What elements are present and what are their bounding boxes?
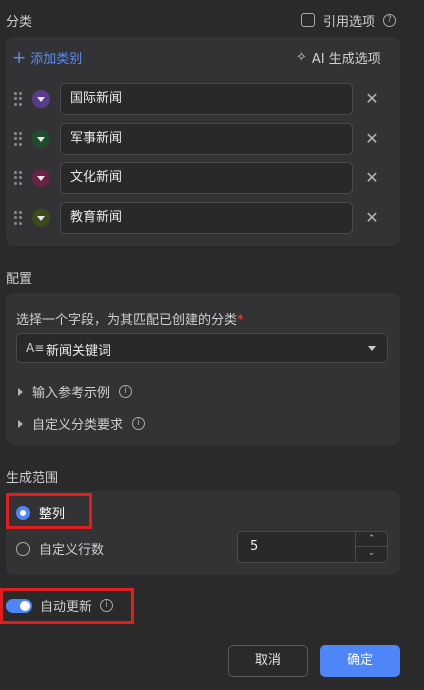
rows-stepper[interactable]: 5 ⌃ ⌄ <box>237 531 388 563</box>
text-field-type-icon: A≡ <box>26 341 45 355</box>
category-row: 国际新闻 ✕ <box>14 83 384 115</box>
stepper-down-icon[interactable]: ⌄ <box>356 547 387 562</box>
field-select[interactable]: A≡ 新闻关键词 <box>16 333 388 363</box>
auto-update-toggle[interactable]: 自动更新 i <box>6 596 114 615</box>
field-prompt: 选择一个字段，为其匹配已创建的分类* <box>16 309 244 328</box>
required-mark: * <box>237 313 244 328</box>
sparkle-icon: ✧ <box>296 49 307 65</box>
category-input[interactable]: 国际新闻 <box>60 83 353 115</box>
range-title: 生成范围 <box>6 471 59 486</box>
custom-requirements-label: 自定义分类要求 <box>32 418 124 433</box>
close-icon[interactable]: ✕ <box>362 89 382 109</box>
chevron-down-icon <box>368 346 376 351</box>
ai-generate-options-label: AI 生成选项 <box>311 52 381 67</box>
help-icon[interactable]: ? <box>383 13 397 27</box>
drag-handle-icon[interactable] <box>14 211 22 225</box>
ai-generate-options-button[interactable]: ✧ AI 生成选项 <box>296 48 381 68</box>
info-icon[interactable]: i <box>119 385 133 398</box>
plus-icon: + <box>12 47 27 68</box>
color-picker-button[interactable] <box>32 90 50 108</box>
category-input[interactable]: 文化新闻 <box>60 162 353 194</box>
selected-field-value: 新闻关键词 <box>46 344 112 359</box>
close-icon[interactable]: ✕ <box>362 208 382 228</box>
whole-column-radio[interactable]: 整列 <box>16 503 65 522</box>
add-category-label: 添加类别 <box>30 52 83 67</box>
drag-handle-icon[interactable] <box>14 132 22 146</box>
category-row: 文化新闻 ✕ <box>14 162 384 194</box>
add-category-button[interactable]: + 添加类别 <box>12 48 82 67</box>
toggle-knob <box>20 600 30 611</box>
caret-right-icon <box>18 419 23 428</box>
rows-value[interactable]: 5 <box>250 539 258 554</box>
color-picker-button[interactable] <box>32 169 50 187</box>
info-icon[interactable]: i <box>100 599 114 612</box>
category-input[interactable]: 军事新闻 <box>60 123 353 155</box>
quote-option-label: 引用选项 <box>323 14 376 30</box>
color-picker-button[interactable] <box>32 209 50 227</box>
field-prompt-text: 选择一个字段，为其匹配已创建的分类 <box>16 313 238 328</box>
custom-requirements-toggle[interactable]: 自定义分类要求 i <box>18 414 146 433</box>
custom-rows-radio[interactable]: 自定义行数 <box>16 539 104 558</box>
custom-rows-label: 自定义行数 <box>39 543 105 558</box>
drag-handle-icon[interactable] <box>14 171 22 185</box>
quote-option-checkbox[interactable] <box>301 13 315 27</box>
category-input[interactable]: 教育新闻 <box>60 202 353 234</box>
info-icon[interactable]: i <box>132 417 146 430</box>
auto-update-label: 自动更新 <box>40 600 93 615</box>
close-icon[interactable]: ✕ <box>362 168 382 188</box>
caret-right-icon <box>18 387 23 396</box>
close-icon[interactable]: ✕ <box>362 129 382 149</box>
category-row: 军事新闻 ✕ <box>14 123 384 155</box>
whole-column-label: 整列 <box>39 507 66 522</box>
radio-unselected[interactable] <box>16 541 30 556</box>
categories-title: 分类 <box>6 15 33 30</box>
color-picker-button[interactable] <box>32 130 50 148</box>
config-title: 配置 <box>6 272 33 287</box>
confirm-button[interactable]: 确定 <box>320 645 400 677</box>
cancel-button[interactable]: 取消 <box>228 645 308 677</box>
drag-handle-icon[interactable] <box>14 92 22 106</box>
quote-option-toggle[interactable]: 引用选项 ? <box>301 11 397 30</box>
radio-selected[interactable] <box>16 505 30 520</box>
stepper-buttons: ⌃ ⌄ <box>355 532 387 562</box>
category-row: 教育新闻 ✕ <box>14 202 384 234</box>
toggle-switch[interactable] <box>6 598 32 613</box>
stepper-up-icon[interactable]: ⌃ <box>356 532 387 547</box>
reference-examples-label: 输入参考示例 <box>32 386 111 401</box>
reference-examples-toggle[interactable]: 输入参考示例 i <box>18 382 133 401</box>
